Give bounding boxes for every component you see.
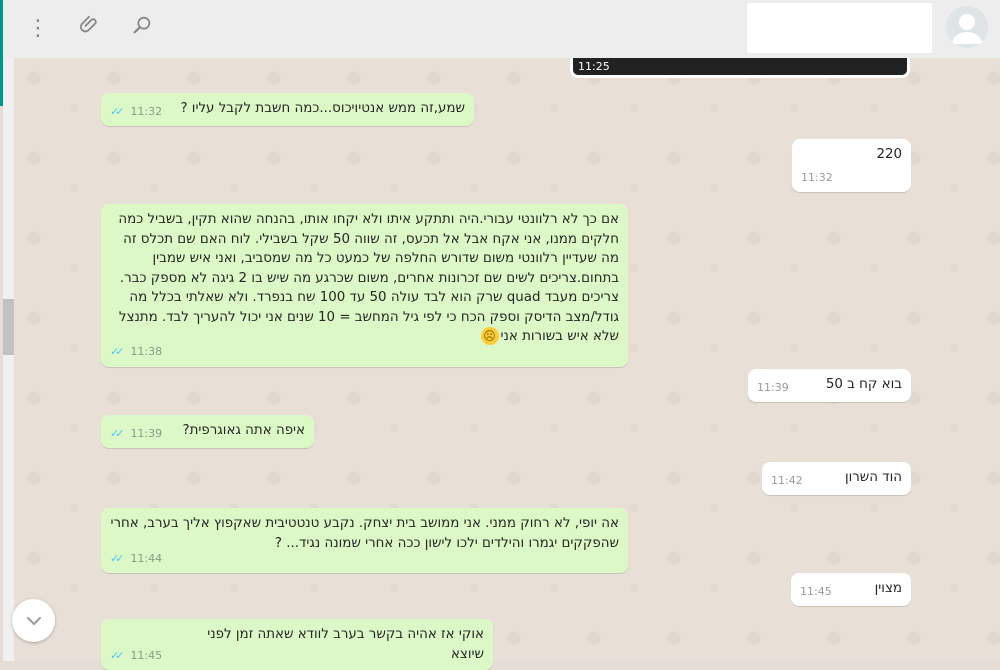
message-text: אה יופי, לא רחוק ממני. אני ממושב בית יצח…	[110, 516, 619, 551]
message-meta: ✓✓ 11:38	[110, 342, 162, 362]
incoming-message[interactable]: הוד השרון 11:42	[762, 462, 911, 495]
message-text: שמע,זה ממש אנטיויכוס...כמה חשבת לקבל עלי…	[180, 101, 465, 116]
menu-icon[interactable]: ⋮	[23, 14, 53, 44]
message-text: הוד השרון	[844, 470, 902, 485]
scrollbar-thumb[interactable]	[3, 299, 14, 355]
chat-header: ⋮	[3, 0, 1000, 59]
media-time: 11:25	[578, 60, 610, 73]
media-message[interactable]: 11:25	[570, 58, 910, 78]
message-time: 11:39	[130, 426, 163, 440]
read-receipt-icon: ✓✓	[110, 551, 125, 565]
message-time: 11:45	[130, 648, 163, 662]
contact-name-box[interactable]	[747, 3, 932, 53]
message-text: בוא קח ב 50	[825, 377, 902, 392]
outgoing-message[interactable]: שמע,זה ממש אנטיויכוס...כמה חשבת לקבל עלי…	[101, 93, 474, 126]
avatar[interactable]	[946, 6, 988, 48]
read-receipt-icon: ✓✓	[110, 648, 125, 662]
message-text: איפה אתה גאוגרפית?	[182, 423, 305, 438]
incoming-message[interactable]: מצוין 11:45	[791, 573, 911, 606]
scrollbar-track[interactable]	[3, 58, 14, 661]
read-receipt-icon: ✓✓	[110, 345, 125, 358]
message-time: 11:39	[757, 380, 789, 394]
message-time: 11:45	[800, 584, 832, 598]
message-meta: ✓✓ 11:39	[110, 424, 162, 444]
message-meta: 11:39	[757, 378, 789, 398]
message-time: 11:32	[130, 104, 163, 118]
message-time: 11:44	[130, 551, 163, 565]
message-meta: 11:42	[771, 471, 803, 491]
scroll-down-button[interactable]	[12, 599, 55, 642]
message-meta: ✓✓ 11:32	[110, 102, 162, 122]
slightly-frowning-face-icon: ☹	[480, 327, 499, 345]
outgoing-message[interactable]: אוקי אז אהיה בקשר בערב לוודא שאתה זמן לפ…	[101, 619, 493, 670]
message-meta: 11:45	[800, 582, 832, 602]
message-text: 220	[876, 147, 902, 162]
message-meta: ✓✓ 11:44	[110, 549, 162, 569]
read-receipt-icon: ✓✓	[110, 426, 125, 440]
search-icon[interactable]	[127, 14, 157, 44]
message-time: 11:32	[801, 170, 833, 184]
message-text: מצוין	[874, 581, 902, 596]
read-receipt-icon: ✓✓	[110, 104, 125, 118]
message-text: אם כך לא רלוונטי עבורי.היה ותתקע איתו ול…	[118, 212, 619, 344]
message-time: 11:38	[130, 345, 163, 358]
outgoing-message[interactable]: אם כך לא רלוונטי עבורי.היה ותתקע איתו ול…	[101, 204, 628, 367]
attach-icon[interactable]	[75, 14, 105, 44]
message-time: 11:42	[771, 473, 803, 487]
outgoing-message[interactable]: אה יופי, לא רחוק ממני. אני ממושב בית יצח…	[101, 508, 628, 573]
message-text: אוקי אז אהיה בקשר בערב לוודא שאתה זמן לפ…	[207, 627, 484, 662]
outgoing-message[interactable]: איפה אתה גאוגרפית? ✓✓ 11:39	[101, 415, 314, 448]
message-meta: ✓✓ 11:45	[110, 646, 162, 666]
incoming-message[interactable]: 220 11:32	[792, 139, 911, 192]
incoming-message[interactable]: בוא קח ב 50 11:39	[748, 369, 911, 402]
message-meta: 11:32	[801, 168, 833, 188]
